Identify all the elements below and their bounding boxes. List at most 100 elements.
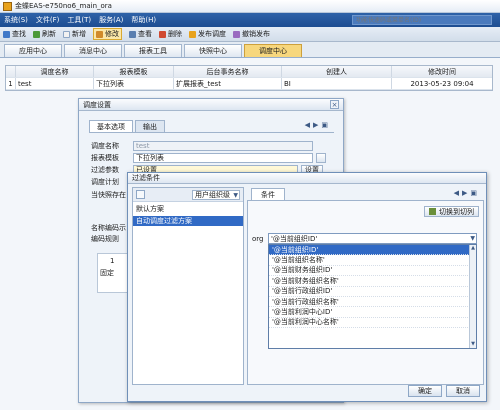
window-title: 金蝶EAS-e750no6_main_ora — [15, 2, 112, 10]
find-label: 查找 — [12, 30, 26, 38]
condition-panel: 条件 ◀▶▣ 切换到切列 org '@当前组织ID' ▼ '@当前组织ID' '… — [247, 187, 484, 385]
view-button[interactable]: 查看 — [129, 29, 152, 39]
code-rule-label: 编码规则 — [91, 235, 119, 243]
dialog-title-bar: 调度设置 × — [79, 99, 343, 111]
tab-snapshot-center[interactable]: 快照中心 — [184, 44, 242, 57]
tab-message-center[interactable]: 消息中心 — [64, 44, 122, 57]
tab-navigation-icons[interactable]: ◀▶▣ — [305, 121, 331, 129]
switch-view-label: 切换到切列 — [439, 207, 474, 216]
tab-schedule-center[interactable]: 调度中心 — [244, 44, 302, 57]
find-button[interactable]: 查找 — [3, 29, 26, 39]
menu-file[interactable]: 文件(F) — [36, 15, 60, 25]
filter-dialog-title-bar: 过滤条件 — [128, 173, 486, 184]
cell-name: test — [16, 78, 94, 89]
schedule-name-field[interactable]: test — [133, 140, 313, 151]
report-template-field[interactable]: 下拉列表 — [133, 152, 313, 163]
dropdown-scrollbar[interactable]: ▲ ▼ — [469, 245, 476, 348]
menu-help[interactable]: 帮助(H) — [131, 15, 156, 25]
condition-navigation-icons[interactable]: ◀▶▣ — [454, 189, 480, 197]
tab-basic-options[interactable]: 基本选项 — [89, 120, 133, 132]
schedule-name-label: 调度名称 — [91, 141, 119, 150]
delete-icon — [159, 30, 166, 38]
dropdown-option[interactable]: '@当前利润中心ID' — [269, 307, 476, 318]
dropdown-option[interactable]: '@当前财务组织名称' — [269, 276, 476, 287]
table-row[interactable]: 1 test 下拉列表 扩展报表_test BI 2013-05-23 09:0… — [6, 78, 492, 90]
switch-view-button[interactable]: 切换到切列 — [424, 206, 479, 217]
menu-bar: 系统(S) 文件(F) 工具(T) 服务(A) 帮助(H) — [0, 13, 500, 27]
window-title-bar: 金蝶EAS-e750no6_main_ora — [0, 0, 500, 13]
edit-icon — [96, 30, 103, 38]
tab-report-tools[interactable]: 报表工具 — [124, 44, 182, 57]
delete-button[interactable]: 删除 — [159, 29, 182, 39]
menu-tools[interactable]: 工具(T) — [67, 15, 91, 25]
code-rule-table: 1 固定 — [97, 253, 129, 293]
name-code-label: 名称编码示 — [91, 224, 126, 232]
publish-label: 发布调度 — [198, 30, 226, 38]
column-header-time[interactable]: 修改时间 — [392, 66, 492, 77]
unpublish-label: 撤销发布 — [242, 30, 270, 38]
scheme-auto-schedule[interactable]: 自动调度过滤方案 — [133, 216, 243, 226]
dropdown-option[interactable]: '@当前财务组织ID' — [269, 266, 476, 277]
org-label: org — [252, 235, 264, 243]
table-header-row: 调度名称 报表模板 后台事务名称 创建人 修改时间 — [6, 66, 492, 78]
dialog-tab-bar: 基本选项 输出 — [89, 119, 334, 133]
refresh-button[interactable]: 刷新 — [33, 29, 56, 39]
filter-dialog-title: 过滤条件 — [132, 174, 160, 182]
cancel-button[interactable]: 取消 — [446, 385, 480, 397]
code-rule-row-number: 1 — [110, 257, 115, 265]
scroll-up-icon[interactable]: ▲ — [470, 245, 476, 252]
cell-creator: BI — [282, 78, 392, 89]
close-icon[interactable]: × — [330, 100, 339, 109]
edit-button[interactable]: 修改 — [93, 28, 122, 40]
switch-icon — [429, 208, 436, 215]
unpublish-button[interactable]: 撤销发布 — [233, 29, 270, 39]
org-dropdown-list: '@当前组织ID' '@当前组织名称' '@当前财务组织ID' '@当前财务组织… — [268, 244, 477, 349]
add-button[interactable]: 新增 — [63, 29, 86, 39]
publish-button[interactable]: 发布调度 — [189, 29, 226, 39]
scroll-down-icon[interactable]: ▼ — [470, 341, 476, 348]
column-header-creator[interactable]: 创建人 — [282, 66, 392, 77]
dialog-title: 调度设置 — [83, 100, 111, 109]
search-icon — [3, 30, 10, 38]
column-header-template[interactable]: 报表模板 — [94, 66, 174, 77]
dropdown-option[interactable]: '@当前利润中心名称' — [269, 318, 476, 329]
unpublish-icon — [233, 30, 240, 38]
add-icon — [63, 30, 70, 38]
toolbar: 查找 刷新 新增 修改 查看 删除 发布调度 撤销发布 — [0, 27, 500, 42]
menu-system[interactable]: 系统(S) — [4, 15, 28, 25]
report-template-row: 报表模板 下拉列表 — [91, 152, 326, 163]
org-select[interactable]: '@当前组织ID' ▼ — [268, 233, 477, 244]
column-header-name[interactable]: 调度名称 — [16, 66, 94, 77]
schedule-name-row: 调度名称 test — [91, 140, 313, 151]
report-template-label: 报表模板 — [91, 153, 119, 162]
tab-output[interactable]: 输出 — [135, 120, 165, 132]
tab-app-center[interactable]: 应用中心 — [4, 44, 62, 57]
function-search-input[interactable] — [352, 15, 492, 25]
scheme-toolbar-icon[interactable] — [136, 190, 145, 199]
filter-conditions-dialog: 过滤条件 用户组织级 ▼ 默认方案 自动调度过滤方案 条件 ◀▶▣ 切换到切列 … — [127, 172, 487, 402]
delete-label: 删除 — [168, 30, 182, 38]
row-number-header — [6, 66, 16, 77]
dropdown-option[interactable]: '@当前行政组织名称' — [269, 297, 476, 308]
cell-time: 2013-05-23 09:04 — [410, 79, 474, 88]
row-number: 1 — [6, 78, 16, 89]
scheme-default[interactable]: 默认方案 — [133, 204, 243, 214]
org-select-value: '@当前组织ID' — [271, 234, 318, 243]
condition-body: 切换到切列 org '@当前组织ID' ▼ '@当前组织ID' '@当前组织名称… — [247, 201, 484, 385]
column-header-task[interactable]: 后台事务名称 — [174, 66, 282, 77]
org-level-select[interactable]: 用户组织级 ▼ — [192, 190, 240, 200]
org-level-value: 用户组织级 — [195, 191, 230, 199]
view-icon — [129, 30, 136, 38]
ok-button[interactable]: 确定 — [408, 385, 442, 397]
dropdown-option[interactable]: '@当前组织ID' — [269, 245, 476, 256]
dropdown-option[interactable]: '@当前行政组织ID' — [269, 287, 476, 297]
chevron-down-icon: ▼ — [233, 192, 238, 199]
template-picker-icon[interactable] — [316, 152, 326, 163]
schedule-table: 调度名称 报表模板 后台事务名称 创建人 修改时间 1 test 下拉列表 扩展… — [5, 65, 493, 91]
dropdown-option[interactable]: '@当前组织名称' — [269, 255, 476, 266]
tab-conditions[interactable]: 条件 — [251, 188, 285, 200]
menu-service[interactable]: 服务(A) — [99, 15, 123, 25]
refresh-label: 刷新 — [42, 30, 56, 38]
cell-template: 下拉列表 — [94, 78, 174, 89]
view-label: 查看 — [138, 30, 152, 38]
